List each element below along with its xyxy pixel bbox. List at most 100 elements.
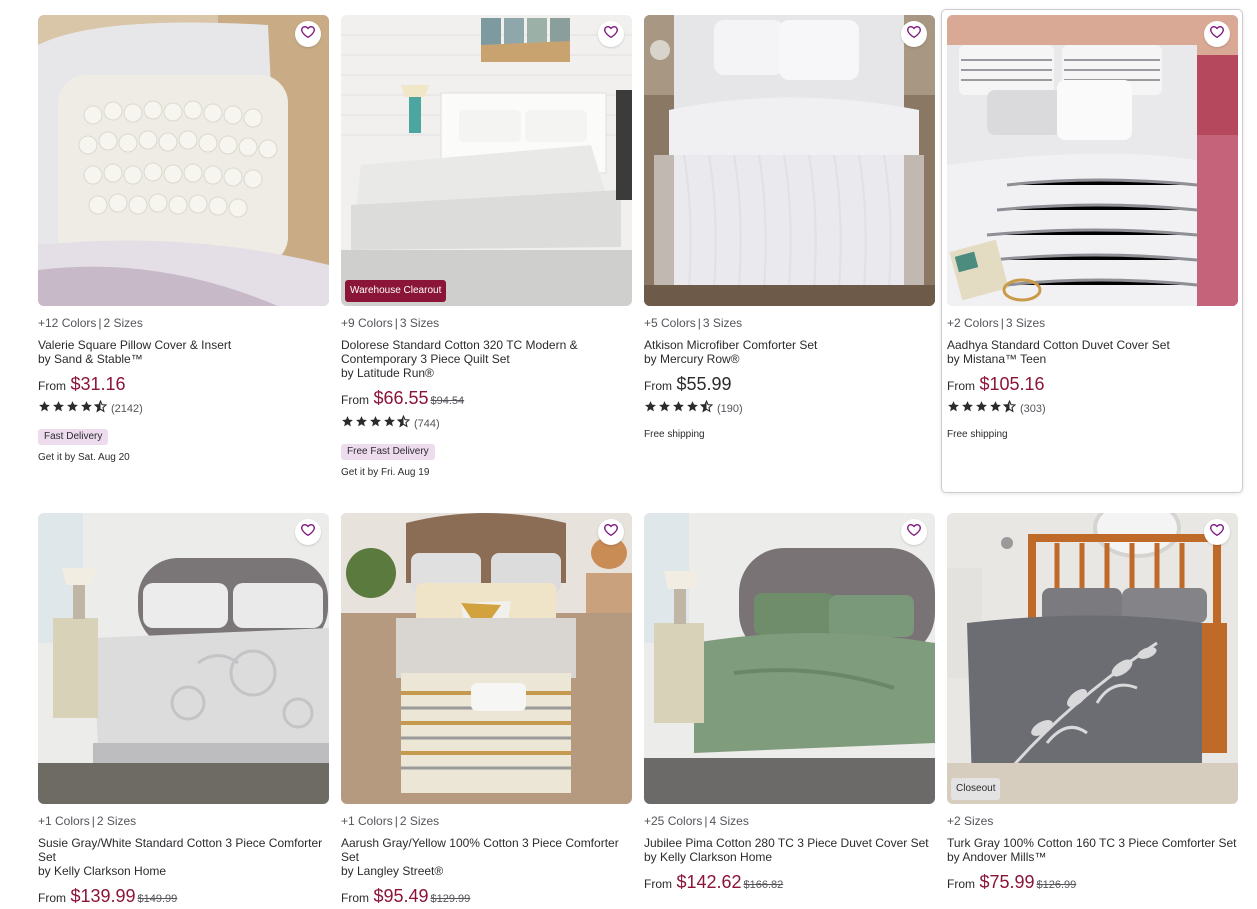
product-brand[interactable]: by Sand & Stable™ <box>38 352 329 366</box>
size-count: 3 Sizes <box>1005 316 1046 330</box>
original-price: $149.99 <box>137 893 178 905</box>
product-options: +1 Colors | 2 Sizes <box>341 814 632 828</box>
price: $142.62 <box>676 872 742 892</box>
rating[interactable]: (2142) <box>38 399 329 416</box>
price-block: From $139.99 $149.99 <box>38 886 329 909</box>
separator: | <box>394 316 398 330</box>
product-card[interactable]: +12 Colors | 2 Sizes Valerie Square Pillow… <box>38 15 329 463</box>
product-card[interactable]: +2 Colors | 3 Sizes Aadhya Standard Cotton… <box>947 15 1238 440</box>
product-brand[interactable]: by Andover Mills™ <box>947 850 1238 864</box>
rating[interactable]: (744) <box>341 414 632 431</box>
star-icon <box>961 400 974 418</box>
delivery-badge: Fast Delivery <box>38 429 109 445</box>
delivery-date: Get it by Sat. Aug 20 <box>38 452 130 463</box>
separator: | <box>98 316 102 330</box>
product-image[interactable]: Warehouse Clearout <box>341 15 632 306</box>
product-image[interactable] <box>38 513 329 804</box>
product-brand[interactable]: by Kelly Clarkson Home <box>644 850 935 864</box>
product-title[interactable]: Susie Gray/White Standard Cotton 3 Piece… <box>38 836 329 864</box>
color-count: +1 Colors <box>38 814 90 828</box>
product-card[interactable]: +5 Colors | 3 Sizes Atkison Microfiber Com… <box>644 15 935 440</box>
shipping-info: Free shipping <box>947 429 1008 440</box>
separator: | <box>91 814 95 828</box>
product-card[interactable]: Warehouse Clearout +9 Colors | 3 Sizes Dol… <box>341 15 632 478</box>
star-icon <box>686 400 699 418</box>
favorite-button[interactable] <box>295 21 321 47</box>
product-photo <box>644 15 935 306</box>
price-prefix: From <box>38 891 66 905</box>
product-image[interactable] <box>947 15 1238 306</box>
price-prefix: From <box>644 379 672 393</box>
favorite-button[interactable] <box>901 519 927 545</box>
favorite-button[interactable] <box>1204 21 1230 47</box>
product-title[interactable]: Aadhya Standard Cotton Duvet Cover Set <box>947 338 1238 352</box>
size-count: 4 Sizes <box>709 814 749 828</box>
favorite-button[interactable] <box>598 21 624 47</box>
product-options: +2 Sizes <box>947 814 1238 828</box>
price: $31.16 <box>70 374 126 394</box>
review-count: (2142) <box>111 403 143 415</box>
product-image[interactable]: Closeout <box>947 513 1238 804</box>
product-card[interactable]: +25 Colors | 4 Sizes Jubilee Pima Cotton 2… <box>644 513 935 895</box>
color-count: +12 Colors <box>38 316 97 330</box>
heart-outline-icon <box>300 522 316 543</box>
product-title[interactable]: Atkison Microfiber Comforter Set <box>644 338 935 352</box>
product-options: +1 Colors | 2 Sizes <box>38 814 329 828</box>
size-count: 2 Sizes <box>96 814 137 828</box>
favorite-button[interactable] <box>295 519 321 545</box>
product-brand[interactable]: by Mistana™ Teen <box>947 352 1238 366</box>
original-price: $126.99 <box>1036 879 1077 891</box>
star-icon <box>672 400 685 418</box>
price: $75.99 <box>979 872 1035 892</box>
size-count: +2 Sizes <box>947 814 994 828</box>
price-block: From $105.16 <box>947 374 1238 396</box>
color-count: +1 Colors <box>341 814 393 828</box>
favorite-button[interactable] <box>901 21 927 47</box>
price: $55.99 <box>676 374 732 394</box>
price-prefix: From <box>947 379 975 393</box>
star-rating <box>644 399 714 418</box>
rating[interactable]: (303) <box>947 399 1238 418</box>
price: $95.49 <box>373 886 429 906</box>
product-title[interactable]: Turk Gray 100% Cotton 160 TC 3 Piece Com… <box>947 836 1238 850</box>
product-brand[interactable]: by Kelly Clarkson Home <box>38 864 329 878</box>
product-title[interactable]: Jubilee Pima Cotton 280 TC 3 Piece Duvet… <box>644 836 935 850</box>
product-card[interactable]: +1 Colors | 2 Sizes Susie Gray/White Stand… <box>38 513 329 909</box>
color-count: +2 Colors <box>947 316 999 330</box>
star-icon <box>658 400 671 418</box>
price-prefix: From <box>947 877 975 891</box>
original-price: $166.82 <box>743 879 784 891</box>
product-photo <box>947 513 1238 804</box>
product-title[interactable]: Aarush Gray/Yellow 100% Cotton 3 Piece C… <box>341 836 632 864</box>
original-price: $129.99 <box>430 893 471 905</box>
product-photo <box>38 15 329 306</box>
product-card[interactable]: Closeout +2 Sizes Turk Gray 100% Cotton … <box>947 513 1238 895</box>
heart-outline-icon <box>603 24 619 45</box>
price: $139.99 <box>70 886 136 906</box>
product-title[interactable]: Dolorese Standard Cotton 320 TC Modern &… <box>341 338 632 366</box>
rating[interactable]: (190) <box>644 399 935 418</box>
price-prefix: From <box>38 379 66 393</box>
delivery-badge: Free Fast Delivery <box>341 444 435 460</box>
star-icon <box>1002 399 1017 418</box>
star-icon <box>699 399 714 418</box>
product-image[interactable] <box>38 15 329 306</box>
price-prefix: From <box>341 891 369 905</box>
product-card[interactable]: +1 Colors | 2 Sizes Aarush Gray/Yellow 100… <box>341 513 632 909</box>
product-photo <box>644 513 935 804</box>
product-brand[interactable]: by Mercury Row® <box>644 352 935 366</box>
product-brand[interactable]: by Langley Street® <box>341 864 632 878</box>
shipping-info: Free shipping <box>644 429 705 440</box>
size-count: 3 Sizes <box>702 316 743 330</box>
product-title[interactable]: Valerie Square Pillow Cover & Insert <box>38 338 329 352</box>
product-image[interactable] <box>644 15 935 306</box>
favorite-button[interactable] <box>598 519 624 545</box>
product-photo <box>38 513 329 804</box>
favorite-button[interactable] <box>1204 519 1230 545</box>
heart-outline-icon <box>300 24 316 45</box>
heart-outline-icon <box>906 522 922 543</box>
product-image[interactable] <box>644 513 935 804</box>
product-image[interactable] <box>341 513 632 804</box>
heart-outline-icon <box>1209 24 1225 45</box>
product-brand[interactable]: by Latitude Run® <box>341 366 632 380</box>
